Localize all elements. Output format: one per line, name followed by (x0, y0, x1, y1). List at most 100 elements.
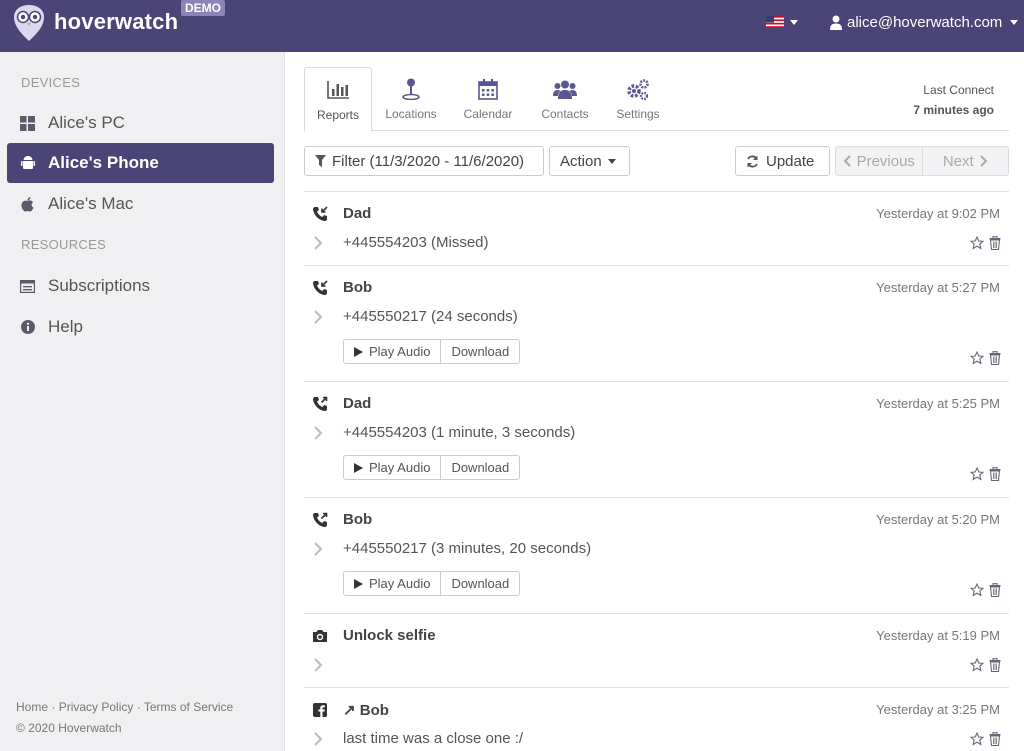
info-icon (20, 320, 35, 335)
play-audio-button[interactable]: Play Audio (344, 572, 440, 595)
star-icon[interactable] (970, 583, 984, 597)
list-item[interactable]: Bob Yesterday at 5:27 PM +445550217 (24 … (304, 265, 1009, 381)
sidebar-item-alices-pc[interactable]: Alice's PC (7, 103, 274, 143)
chevron-right-icon[interactable] (313, 236, 323, 250)
previous-label: Previous (856, 152, 915, 170)
trash-icon[interactable] (989, 658, 1001, 672)
sidebar-item-label: Alice's PC (48, 113, 125, 132)
copyright: © 2020 Hoverwatch (16, 721, 122, 735)
action-dropdown[interactable]: Action (549, 146, 630, 176)
download-label: Download (451, 576, 510, 591)
audio-controls: Play Audio Download (343, 571, 521, 596)
trash-icon[interactable] (989, 351, 1001, 365)
download-button[interactable]: Download (440, 572, 519, 595)
contact-name: ↗ Bob (343, 702, 389, 719)
sidebar-item-subscriptions[interactable]: Subscriptions (7, 266, 274, 306)
brand-name[interactable]: hoverwatch (54, 9, 178, 35)
tab-calendar[interactable]: Calendar (457, 67, 519, 131)
contact-name: Bob (343, 279, 373, 296)
timestamp: Yesterday at 5:20 PM (876, 512, 1000, 527)
entry-actions (970, 658, 1001, 672)
sidebar-item-label: Subscriptions (48, 276, 151, 295)
filter-button[interactable]: Filter (11/3/2020 - 11/6/2020) (304, 146, 544, 176)
star-icon[interactable] (970, 351, 984, 365)
chevron-right-icon[interactable] (313, 542, 323, 556)
chevron-right-icon[interactable] (313, 732, 323, 746)
star-icon[interactable] (970, 658, 984, 672)
sidebar: DEVICES Alice's PC Alice's Phone Alice's… (0, 52, 285, 751)
list-item[interactable]: ↗ Bob Yesterday at 3:25 PM last time was… (304, 687, 1009, 751)
phone-outgoing-icon (313, 396, 328, 411)
previous-button[interactable]: Previous (836, 147, 922, 175)
terms-of-service-link[interactable]: Terms of Service (144, 700, 233, 714)
chevron-right-icon (979, 155, 988, 167)
facebook-icon (313, 703, 327, 717)
chevron-right-icon[interactable] (313, 658, 323, 672)
chevron-left-icon (843, 155, 851, 167)
user-menu-dropdown[interactable]: alice@hoverwatch.com (829, 14, 1019, 31)
gears-icon (626, 77, 650, 101)
download-button[interactable]: Download (440, 340, 519, 363)
subscriptions-icon (20, 279, 35, 294)
chevron-right-icon[interactable] (313, 426, 323, 440)
play-audio-label: Play Audio (369, 576, 431, 591)
play-icon (354, 462, 363, 473)
sidebar-item-label: Help (48, 317, 83, 336)
entry-actions (970, 351, 1001, 365)
list-item[interactable]: Dad Yesterday at 9:02 PM +445554203 (Mis… (304, 191, 1009, 265)
star-icon[interactable] (970, 467, 984, 481)
contact-name: Unlock selfie (343, 627, 436, 644)
entry-detail: +445554203 (Missed) (343, 234, 489, 251)
sidebar-item-label: Alice's Phone (48, 153, 159, 172)
trash-icon[interactable] (989, 583, 1001, 597)
chevron-down-icon (790, 19, 798, 25)
trash-icon[interactable] (989, 467, 1001, 481)
chevron-right-icon[interactable] (313, 310, 323, 324)
download-label: Download (451, 344, 510, 359)
action-label: Action (560, 152, 602, 170)
audio-controls: Play Audio Download (343, 339, 521, 364)
download-button[interactable]: Download (440, 456, 519, 479)
sidebar-item-alices-mac[interactable]: Alice's Mac (7, 184, 274, 224)
update-button[interactable]: Update (735, 146, 830, 176)
play-icon (354, 346, 363, 357)
footer-separator: · (136, 700, 141, 714)
last-connect: Last Connect 7 minutes ago (913, 80, 994, 120)
sidebar-item-help[interactable]: Help (7, 307, 274, 347)
tab-locations[interactable]: Locations (380, 67, 442, 131)
entry-detail: +445550217 (24 seconds) (343, 308, 518, 325)
privacy-policy-link[interactable]: Privacy Policy (59, 700, 134, 714)
chevron-down-icon (1010, 20, 1019, 25)
entry-detail: last time was a close one :/ (343, 730, 524, 747)
play-audio-label: Play Audio (369, 460, 431, 475)
tab-settings[interactable]: Settings (607, 67, 669, 131)
timestamp: Yesterday at 3:25 PM (876, 702, 1000, 717)
next-button[interactable]: Next (921, 147, 1009, 175)
tab-contacts[interactable]: Contacts (534, 67, 596, 131)
star-icon[interactable] (970, 732, 984, 746)
list-item[interactable]: Dad Yesterday at 5:25 PM +445554203 (1 m… (304, 381, 1009, 497)
trash-icon[interactable] (989, 732, 1001, 746)
next-label: Next (942, 152, 974, 170)
tab-reports[interactable]: Reports (304, 67, 372, 132)
home-link[interactable]: Home (16, 700, 48, 714)
map-pin-icon (402, 77, 420, 101)
sidebar-item-alices-phone[interactable]: Alice's Phone (7, 143, 274, 183)
user-email: alice@hoverwatch.com (847, 14, 1003, 31)
language-dropdown[interactable] (766, 16, 798, 28)
star-icon[interactable] (970, 236, 984, 250)
apple-icon (20, 196, 35, 212)
tab-label: Calendar (463, 107, 513, 121)
list-item[interactable]: Unlock selfie Yesterday at 5:19 PM (304, 613, 1009, 687)
footer-links: Home · Privacy Policy · Terms of Service (16, 700, 233, 714)
play-audio-button[interactable]: Play Audio (344, 340, 440, 363)
camera-icon (313, 630, 327, 642)
demo-badge: DEMO (181, 0, 225, 16)
list-item[interactable]: Bob Yesterday at 5:20 PM +445550217 (3 m… (304, 497, 1009, 613)
entry-actions (970, 583, 1001, 597)
refresh-icon (747, 155, 758, 167)
owl-logo-icon[interactable] (12, 4, 46, 42)
play-audio-button[interactable]: Play Audio (344, 456, 440, 479)
footer-separator: · (51, 700, 56, 714)
trash-icon[interactable] (989, 236, 1001, 250)
